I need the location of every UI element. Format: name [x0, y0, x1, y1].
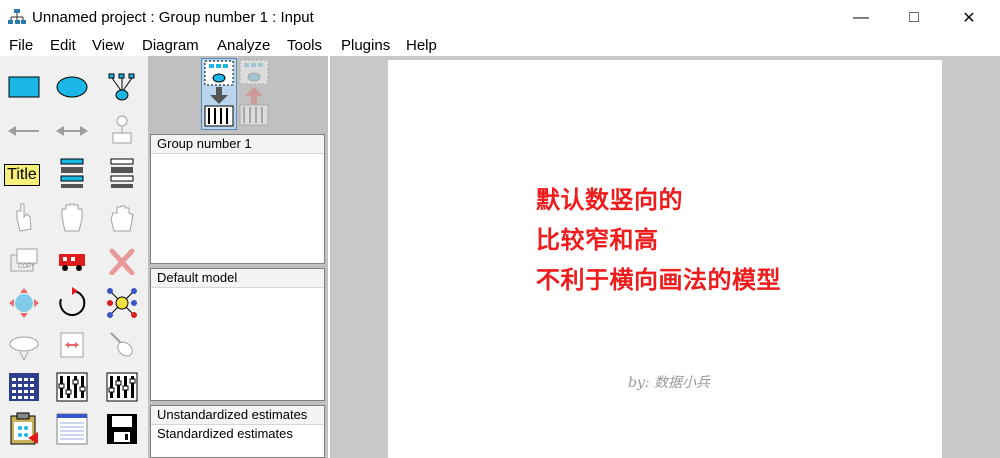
maximize-button[interactable]: □: [891, 0, 937, 36]
deselect-hand-icon: [110, 205, 134, 232]
svg-text:COPY: COPY: [18, 264, 35, 270]
figure-caption-tool[interactable]: Title: [4, 158, 40, 192]
select-one-object-tool[interactable]: [6, 200, 42, 234]
minimize-icon: —: [853, 9, 869, 26]
move-parameter-values-tool[interactable]: [6, 330, 42, 364]
view-input-diagram-button[interactable]: [201, 58, 237, 130]
ellipse-icon: [56, 76, 88, 98]
data-file-icon: [9, 373, 39, 401]
unique-variable-icon: [112, 115, 132, 144]
select-data-files-tool[interactable]: [6, 370, 42, 404]
models-panel: Default model: [150, 268, 325, 401]
erase-icon: [109, 248, 135, 275]
annotation-line-2: 比较窄和高: [536, 226, 659, 254]
draw-observed-variable-tool[interactable]: [6, 70, 42, 104]
reflect-indicators-tool[interactable]: [104, 286, 140, 320]
model-item[interactable]: Default model: [151, 269, 324, 288]
single-arrow-icon: [8, 126, 39, 136]
calculate-estimates-tool[interactable]: [104, 370, 140, 404]
draw-unobserved-variable-tool[interactable]: [54, 70, 90, 104]
analysis-properties-tool[interactable]: [54, 370, 90, 404]
menu-edit[interactable]: Edit: [50, 37, 76, 54]
rectangle-icon: [8, 76, 40, 98]
deselect-all-objects-tool[interactable]: [104, 200, 140, 234]
indicator-icon: [108, 73, 135, 101]
draw-indicator-tool[interactable]: [104, 70, 140, 104]
scroll-icon: [60, 332, 84, 358]
draw-covariance-tool[interactable]: [54, 114, 90, 148]
model-navigator: Group number 1 Default model Unstandardi…: [148, 56, 328, 458]
calculate-estimates-icon: [106, 372, 138, 402]
list-data-variables-icon: [110, 158, 134, 188]
save-diagram-tool[interactable]: [104, 412, 140, 446]
move-parameters-icon: [9, 336, 39, 361]
minimize-button[interactable]: —: [838, 0, 884, 36]
input-path-diagram-icon: [204, 60, 234, 127]
view-text-icon: [56, 413, 88, 445]
copy-diagram-tool[interactable]: [6, 412, 42, 446]
analysis-properties-icon: [56, 372, 88, 402]
list-variables-in-dataset-tool[interactable]: [104, 156, 140, 190]
annotation-line-3: 不利于横向画法的模型: [536, 266, 781, 294]
diagram-page[interactable]: 默认数竖向的 比较窄和高 不利于横向画法的模型 by: 数据小兵: [388, 60, 942, 458]
menu-file[interactable]: File: [9, 37, 33, 54]
format-item-unstandardized[interactable]: Unstandardized estimates: [151, 406, 324, 425]
erase-objects-tool[interactable]: [104, 244, 140, 278]
watermark: by: 数据小兵: [628, 375, 711, 391]
close-icon: ✕: [962, 10, 976, 27]
add-unique-variable-tool[interactable]: [104, 114, 140, 148]
copy-clipboard-icon: [10, 412, 38, 445]
menu-plugins[interactable]: Plugins: [341, 37, 390, 54]
move-icon: [59, 254, 85, 271]
menu-help[interactable]: Help: [406, 37, 437, 54]
menu-bar: File Edit View Diagram Analyze Tools Plu…: [0, 36, 1000, 56]
menu-diagram[interactable]: Diagram: [142, 37, 199, 54]
format-item-standardized[interactable]: Standardized estimates: [151, 425, 324, 443]
title-icon: Title: [4, 164, 40, 186]
rotate-icon: [59, 287, 86, 316]
group-item[interactable]: Group number 1: [151, 135, 324, 154]
amos-app-icon: [8, 9, 26, 24]
select-one-hand-icon: [16, 203, 32, 232]
view-text-output-tool[interactable]: [54, 412, 90, 446]
parameter-formats-panel: Unstandardized estimates Standardized es…: [150, 405, 325, 458]
output-path-diagram-icon: [239, 59, 269, 126]
change-shape-tool[interactable]: [6, 286, 42, 320]
list-variables-icon: [60, 158, 84, 188]
drawing-area[interactable]: 默认数竖向的 比较窄和高 不利于横向画法的模型 by: 数据小兵: [330, 56, 1000, 458]
list-variables-in-model-tool[interactable]: [54, 156, 90, 190]
menu-tools[interactable]: Tools: [287, 37, 322, 54]
maximize-icon: □: [909, 9, 919, 26]
touch-up-icon: [110, 332, 133, 357]
move-objects-tool[interactable]: [54, 244, 90, 278]
touch-up-tool[interactable]: [104, 328, 140, 362]
select-all-objects-tool[interactable]: [54, 200, 90, 234]
double-arrow-icon: [56, 126, 88, 136]
toolbox: Title COPY: [0, 56, 149, 458]
window-title: Unnamed project : Group number 1 : Input: [32, 9, 314, 26]
view-output-diagram-button[interactable]: [237, 58, 271, 128]
select-all-hand-icon: [61, 203, 83, 232]
draw-path-tool[interactable]: [6, 114, 42, 148]
save-icon: [107, 414, 137, 444]
menu-analyze[interactable]: Analyze: [217, 37, 270, 54]
close-button[interactable]: ✕: [946, 0, 992, 36]
reflect-icon: [107, 288, 137, 318]
menu-view[interactable]: View: [92, 37, 124, 54]
duplicate-objects-tool[interactable]: COPY: [6, 244, 42, 278]
scroll-tool[interactable]: [54, 328, 90, 362]
annotation-line-1: 默认数竖向的: [536, 186, 683, 214]
duplicate-icon: COPY: [10, 248, 38, 272]
rotate-indicators-tool[interactable]: [54, 286, 90, 320]
title-bar: Unnamed project : Group number 1 : Input…: [0, 0, 1000, 36]
resize-icon: [9, 288, 39, 318]
groups-panel: Group number 1: [150, 134, 325, 264]
